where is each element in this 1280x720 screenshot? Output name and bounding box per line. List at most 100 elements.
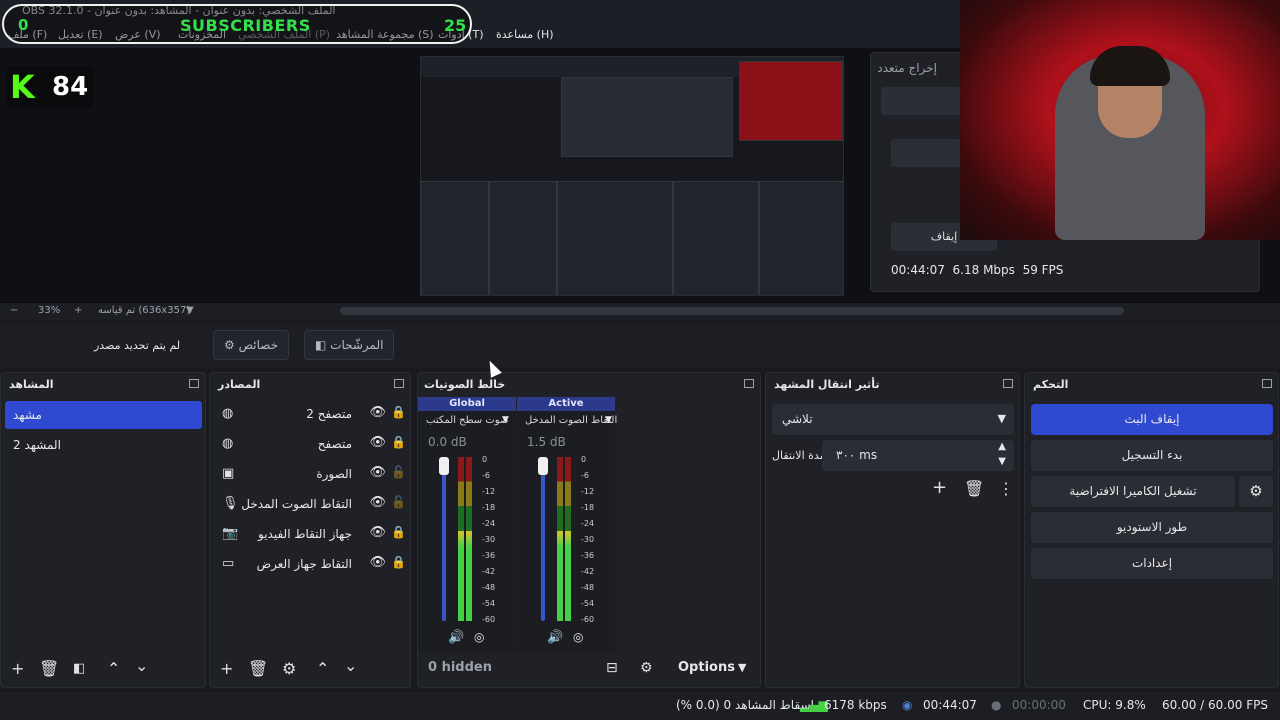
eye-icon[interactable]: 👁 xyxy=(369,405,386,420)
volume-slider[interactable] xyxy=(442,457,446,621)
dock-float-icon[interactable] xyxy=(189,379,199,388)
lock-icon[interactable]: 🔒 xyxy=(391,435,406,449)
options-dropdown-icon[interactable]: ▼ xyxy=(738,661,746,674)
dock-float-icon[interactable] xyxy=(1003,379,1013,388)
move-up-chevron-icon[interactable]: ⌃ xyxy=(107,659,120,678)
source-row-browser[interactable]: ◍ متصفح 👁 🔒 xyxy=(218,431,410,459)
duration-label: مدة الانتقال xyxy=(772,449,826,462)
add-transition-button[interactable]: + xyxy=(932,477,947,498)
source-row-browser-2[interactable]: ◍ متصفح 2 👁 🔒 xyxy=(218,401,410,429)
eye-icon[interactable]: 👁 xyxy=(369,525,386,540)
db-scale-label: -54 xyxy=(482,599,496,608)
speaker-icon[interactable]: 🔊 xyxy=(547,630,563,645)
db-scale-label: -36 xyxy=(581,551,595,560)
kick-logo-icon: K xyxy=(10,68,35,106)
transition-more-icon[interactable]: ⋮ xyxy=(998,479,1014,498)
channel-source[interactable]: صوت سطح المكتب xyxy=(426,415,508,426)
lock-icon[interactable]: 🔒 xyxy=(391,405,406,419)
transition-select[interactable]: تلاشي ▼ xyxy=(772,404,1014,435)
zoom-in-button[interactable]: + xyxy=(74,305,82,316)
eye-icon[interactable]: 👁 xyxy=(369,555,386,570)
multi-output-target-1[interactable] xyxy=(881,87,961,115)
scene-item-1[interactable]: مشهد xyxy=(5,401,202,429)
level-meter-right xyxy=(466,457,472,621)
virtual-camera-gear-icon[interactable]: ⚙ xyxy=(1239,476,1273,507)
dock-float-icon[interactable] xyxy=(1262,379,1272,388)
volume-slider-knob[interactable] xyxy=(538,457,548,475)
no-source-label: لم يتم تحديد مصدر xyxy=(94,339,181,352)
subscribers-overlay: 0 SUBSCRIBERS 25 xyxy=(2,4,472,44)
db-scale-label: -60 xyxy=(581,615,595,624)
filters-button[interactable]: ◧ المرشّحات xyxy=(304,330,395,360)
move-down-chevron-icon[interactable]: ⌄ xyxy=(344,656,357,675)
preview-horizontal-scrollbar[interactable] xyxy=(340,307,1124,315)
db-scale-label: -6 xyxy=(581,471,589,480)
channel-dropdown-icon[interactable]: ▼ xyxy=(605,415,612,425)
eye-icon[interactable]: 👁 xyxy=(369,465,386,480)
zoom-dropdown-icon[interactable]: ▼ xyxy=(186,305,194,316)
audio-mixer-dock: خالط الصوتيات Global صوت سطح المكتب ▼ 0.… xyxy=(417,372,761,688)
eye-icon[interactable]: 👁 xyxy=(369,495,386,510)
layout-toggle-icon[interactable]: ⊟ xyxy=(606,660,618,676)
source-row-image[interactable]: ▣ الصورة 👁 🔓 xyxy=(218,461,410,489)
db-scale-label: -18 xyxy=(482,503,496,512)
properties-button[interactable]: ⚙ خصائص xyxy=(213,330,290,360)
transitions-dock: تأثير انتقال المشهد تلاشي ▼ مدة الانتقال… xyxy=(765,372,1020,688)
source-row-display-capture[interactable]: ▭ التقاط جهاز العرض 👁 🔒 xyxy=(218,551,410,579)
multi-output-target-2[interactable] xyxy=(891,139,961,167)
unlock-icon[interactable]: 🔓 xyxy=(391,465,406,479)
volume-slider-knob[interactable] xyxy=(439,457,449,475)
speaker-icon[interactable]: 🔊 xyxy=(448,630,464,645)
source-settings-gear-icon[interactable]: ⚙ xyxy=(282,659,296,678)
dock-float-icon[interactable] xyxy=(394,379,404,388)
zoom-level[interactable]: 33% xyxy=(38,305,60,316)
add-source-button[interactable]: + xyxy=(220,659,233,678)
channel-tag: Global xyxy=(418,397,516,411)
advanced-audio-gear-icon[interactable]: ⚙ xyxy=(640,660,653,676)
options-button[interactable]: Options xyxy=(678,660,735,675)
source-label: التقاط جهاز العرض xyxy=(256,557,352,571)
duration-input[interactable]: ٣٠٠ ms ▲ ▼ xyxy=(822,440,1014,471)
menu-help[interactable]: مساعدة (H) xyxy=(496,28,554,41)
move-up-chevron-icon[interactable]: ⌃ xyxy=(316,659,329,678)
volume-slider[interactable] xyxy=(541,457,545,621)
unlock-icon[interactable]: 🔓 xyxy=(391,495,406,509)
fps-readout: 60.00 / 60.00 FPS xyxy=(1162,698,1268,712)
sources-dock: المصادر ◍ متصفح 2 👁 🔒 ◍ متصفح 👁 🔒 ▣ الصو… xyxy=(209,372,411,688)
monitor-off-icon[interactable]: ◎ xyxy=(474,630,484,644)
lock-icon[interactable]: 🔒 xyxy=(391,555,406,569)
scene-filters-icon[interactable]: ◧ xyxy=(73,661,85,676)
move-down-chevron-icon[interactable]: ⌄ xyxy=(135,656,148,675)
dock-float-icon[interactable] xyxy=(744,379,754,388)
scenes-title: المشاهد xyxy=(9,378,54,391)
scene-item-2[interactable]: المشهد 2 xyxy=(5,431,202,459)
hidden-count[interactable]: 0 hidden xyxy=(428,660,492,675)
eye-icon[interactable]: 👁 xyxy=(369,435,386,450)
channel-source[interactable]: التقاط الصوت المدخل xyxy=(525,415,617,426)
source-row-mic[interactable]: 🎙 التقاط الصوت المدخل 👁 🔓 xyxy=(218,491,410,519)
properties-label: خصائص xyxy=(238,338,279,352)
lock-icon[interactable]: 🔒 xyxy=(391,525,406,539)
transition-type: تلاشي xyxy=(782,412,813,426)
cpu-usage: CPU: 9.8% xyxy=(1083,698,1146,712)
start-recording-button[interactable]: بدء التسجيل xyxy=(1031,440,1273,471)
add-scene-button[interactable]: + xyxy=(11,659,24,678)
channel-dropdown-icon[interactable]: ▼ xyxy=(502,415,509,425)
zoom-scale-note: تم قياسه (636x357) xyxy=(98,305,191,316)
settings-button[interactable]: إعدادات xyxy=(1031,548,1273,579)
controls-title: التحكم xyxy=(1033,378,1069,391)
studio-mode-button[interactable]: طور الاستوديو xyxy=(1031,512,1273,543)
zoom-out-button[interactable]: − xyxy=(10,305,18,316)
remove-source-trash-icon[interactable]: 🗑 xyxy=(248,659,268,678)
meter-fill xyxy=(466,530,472,621)
monitor-off-icon[interactable]: ◎ xyxy=(573,630,583,644)
stepper-up-icon[interactable]: ▲ xyxy=(998,441,1006,452)
source-row-video-capture[interactable]: 📷 جهاز التقاط الفيديو 👁 🔒 xyxy=(218,521,410,549)
source-label: جهاز التقاط الفيديو xyxy=(258,527,352,541)
stop-stream-button[interactable]: إيقاف البث xyxy=(1031,404,1273,435)
virtual-camera-button[interactable]: تشغيل الكاميرا الافتراضية xyxy=(1031,476,1235,507)
remove-transition-trash-icon[interactable]: 🗑 xyxy=(964,479,984,498)
stream-time: 00:44:07 xyxy=(923,698,977,712)
remove-scene-trash-icon[interactable]: 🗑 xyxy=(39,659,59,678)
stepper-down-icon[interactable]: ▼ xyxy=(998,456,1006,467)
